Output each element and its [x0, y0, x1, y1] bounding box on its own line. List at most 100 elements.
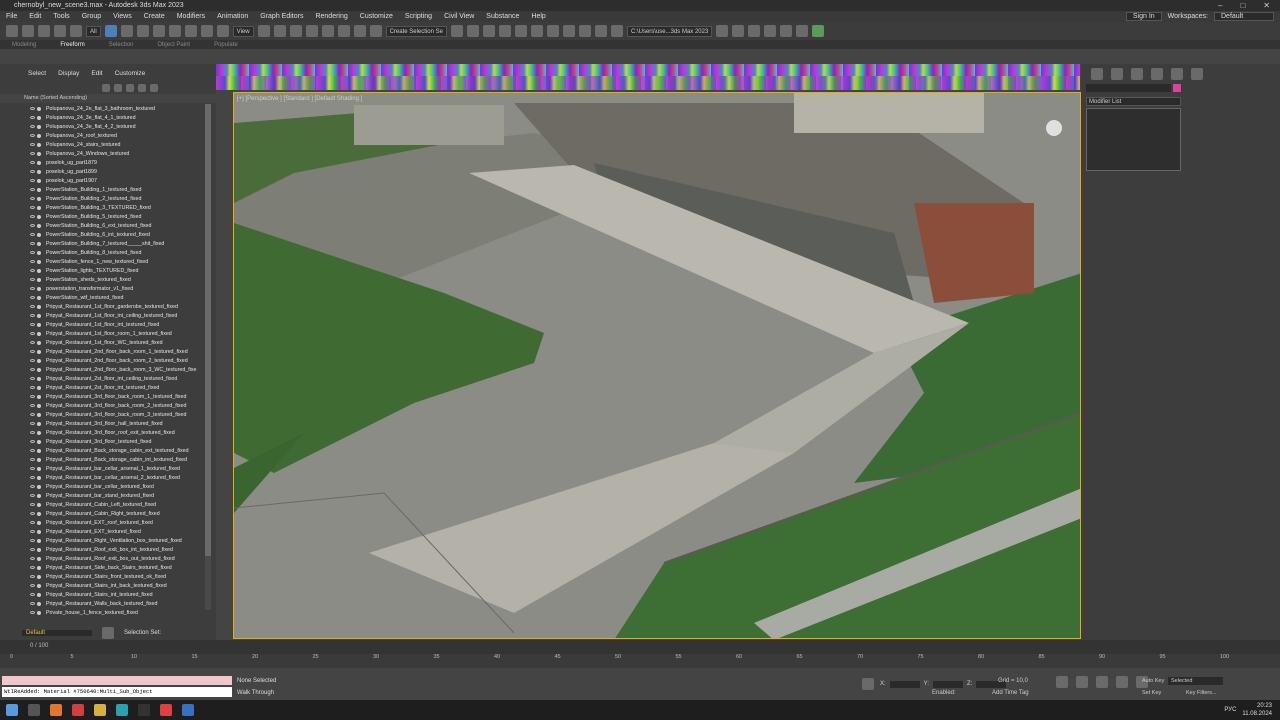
modifier-stack[interactable] — [1086, 108, 1181, 171]
list-item[interactable]: Pripyat_Restaurant_Back_storage_cabin_ex… — [22, 446, 206, 455]
visibility-eye-icon[interactable] — [30, 233, 35, 236]
visibility-eye-icon[interactable] — [30, 539, 35, 542]
list-item[interactable]: Pripyat_Restaurant_Cabin_Right_textured_… — [22, 509, 206, 518]
freeze-dot-icon[interactable] — [37, 511, 41, 516]
list-item[interactable]: Polupanova_24_roof_textured — [22, 131, 206, 140]
freeze-dot-icon[interactable] — [37, 538, 41, 543]
list-item[interactable]: Pripyat_Restaurant_Back_storage_cabin_in… — [22, 455, 206, 464]
list-item[interactable]: Pripyat_Restaurant_Right_Ventilation_box… — [22, 536, 206, 545]
freeze-dot-icon[interactable] — [37, 214, 41, 219]
freeze-dot-icon[interactable] — [37, 367, 41, 372]
visibility-eye-icon[interactable] — [30, 485, 35, 488]
reference-coord-dropdown[interactable]: View — [232, 25, 254, 37]
visibility-eye-icon[interactable] — [30, 431, 35, 434]
freeze-dot-icon[interactable] — [37, 448, 41, 453]
visibility-eye-icon[interactable] — [30, 188, 35, 191]
freeze-dot-icon[interactable] — [37, 241, 41, 246]
freeze-dot-icon[interactable] — [37, 547, 41, 552]
list-item[interactable]: Polupanova_24_2e_flat_3_bathroom_texture… — [22, 104, 206, 113]
x-field[interactable] — [889, 680, 920, 688]
toggle-ribbon-icon[interactable] — [514, 25, 527, 37]
list-item[interactable]: PowerStation_Building_1_textured_fixed — [22, 185, 206, 194]
menu-rendering[interactable]: Rendering — [309, 13, 353, 20]
freeze-dot-icon[interactable] — [37, 358, 41, 363]
maximize-button[interactable]: □ — [1240, 1, 1245, 10]
3ds-max-icon[interactable] — [116, 704, 128, 716]
list-item[interactable]: Pripyat_Restaurant_Stairs_front_textured… — [22, 572, 206, 581]
visibility-eye-icon[interactable] — [30, 377, 35, 380]
project-folder-icon[interactable] — [716, 25, 729, 37]
visibility-eye-icon[interactable] — [30, 116, 35, 119]
file-explorer-icon[interactable] — [94, 704, 106, 716]
freeze-dot-icon[interactable] — [37, 322, 41, 327]
list-item[interactable]: Pripyat_Restaurant_3rd_floor_hall_textur… — [22, 419, 206, 428]
list-item[interactable]: Pripyat_Restaurant_3rd_floor_back_room_1… — [22, 392, 206, 401]
object-name-field[interactable] — [1086, 84, 1171, 92]
visibility-eye-icon[interactable] — [30, 260, 35, 263]
visibility-eye-icon[interactable] — [30, 404, 35, 407]
menu-customize[interactable]: Customize — [354, 13, 399, 20]
list-item[interactable]: Pripyat_Restaurant_1st_floor_int_ceiling… — [22, 311, 206, 320]
visibility-eye-icon[interactable] — [30, 557, 35, 560]
list-item[interactable]: Pripyat_Restaurant_EXT_textured_fixed — [22, 527, 206, 536]
menu-scripting[interactable]: Scripting — [399, 13, 438, 20]
freeze-dot-icon[interactable] — [37, 205, 41, 210]
align-icon[interactable] — [466, 25, 479, 37]
list-item[interactable]: Pripyat_Restaurant_3rd_floor_textured_fi… — [22, 437, 206, 446]
menu-civil-view[interactable]: Civil View — [438, 13, 480, 20]
list-item[interactable]: PowerStation_Building_7_textured_____shi… — [22, 239, 206, 248]
rotate-icon[interactable] — [184, 25, 197, 37]
freeze-dot-icon[interactable] — [37, 169, 41, 174]
track-bar[interactable]: 0 5 10 15 20 25 30 35 40 45 50 55 60 65 70 75 80 85 90 95 10… — [0, 654, 1280, 668]
freeze-dot-icon[interactable] — [37, 196, 41, 201]
list-item[interactable]: Polupanova_24_3e_flat_4_1_textured — [22, 113, 206, 122]
select-by-name-icon[interactable] — [120, 25, 133, 37]
visibility-eye-icon[interactable] — [30, 575, 35, 578]
link-icon[interactable] — [38, 25, 50, 37]
visibility-eye-icon[interactable] — [30, 296, 35, 299]
list-item[interactable]: Pripyat_Restaurant_1st_floor_garderobe_t… — [22, 302, 206, 311]
snap-toggle-icon[interactable] — [305, 25, 318, 37]
list-item[interactable]: PowerStation_Building_2_textured_fixed — [22, 194, 206, 203]
schematic-view-icon[interactable] — [546, 25, 559, 37]
list-item[interactable]: Pripyat_Restaurant_Stairs_int_back_textu… — [22, 581, 206, 590]
freeze-dot-icon[interactable] — [37, 259, 41, 264]
list-item[interactable]: Pripyat_Restaurant_Cabin_Left_textured_f… — [22, 500, 206, 509]
freeze-dot-icon[interactable] — [37, 304, 41, 309]
freeze-dot-icon[interactable] — [37, 466, 41, 471]
freeze-dot-icon[interactable] — [37, 133, 41, 138]
freeze-dot-icon[interactable] — [37, 142, 41, 147]
freeze-dot-icon[interactable] — [37, 313, 41, 318]
visibility-eye-icon[interactable] — [30, 512, 35, 515]
tab-customize[interactable]: Customize — [115, 70, 146, 77]
freeze-dot-icon[interactable] — [37, 475, 41, 480]
modifier-list-dropdown[interactable]: Modifier List — [1086, 97, 1181, 106]
tab-edit[interactable]: Edit — [91, 70, 102, 77]
menu-views[interactable]: Views — [107, 13, 138, 20]
visibility-eye-icon[interactable] — [30, 449, 35, 452]
set-key-button[interactable]: Set Key — [1142, 690, 1161, 696]
list-item[interactable]: PowerStation_Building_8_textured_fixed — [22, 248, 206, 257]
percent-snap-icon[interactable] — [337, 25, 350, 37]
render-production-icon[interactable] — [610, 25, 623, 37]
perspective-viewport[interactable] — [233, 92, 1081, 639]
visibility-eye-icon[interactable] — [30, 521, 35, 524]
visibility-eye-icon[interactable] — [30, 323, 35, 326]
lock-selection-icon[interactable] — [862, 678, 874, 690]
unlink-icon[interactable] — [54, 25, 66, 37]
visibility-eye-icon[interactable] — [30, 269, 35, 272]
visibility-eye-icon[interactable] — [30, 332, 35, 335]
freeze-dot-icon[interactable] — [37, 349, 41, 354]
add-time-tag-button[interactable]: Add Time Tag — [992, 690, 1029, 696]
visibility-eye-icon[interactable] — [30, 197, 35, 200]
auto-key-button[interactable]: Auto Key — [1142, 678, 1164, 684]
hold-icon[interactable] — [764, 25, 777, 37]
list-item[interactable]: Pripyat_Restaurant_Side_back_Stairs_text… — [22, 563, 206, 572]
visibility-eye-icon[interactable] — [30, 161, 35, 164]
ribbon-tab-selection[interactable]: Selection — [97, 42, 146, 48]
list-item[interactable]: Pripyat_Restaurant_bar_stand_textured_fi… — [22, 491, 206, 500]
freeze-dot-icon[interactable] — [37, 493, 41, 498]
visibility-eye-icon[interactable] — [30, 314, 35, 317]
next-frame-icon[interactable] — [1116, 676, 1128, 688]
freeze-dot-icon[interactable] — [37, 556, 41, 561]
